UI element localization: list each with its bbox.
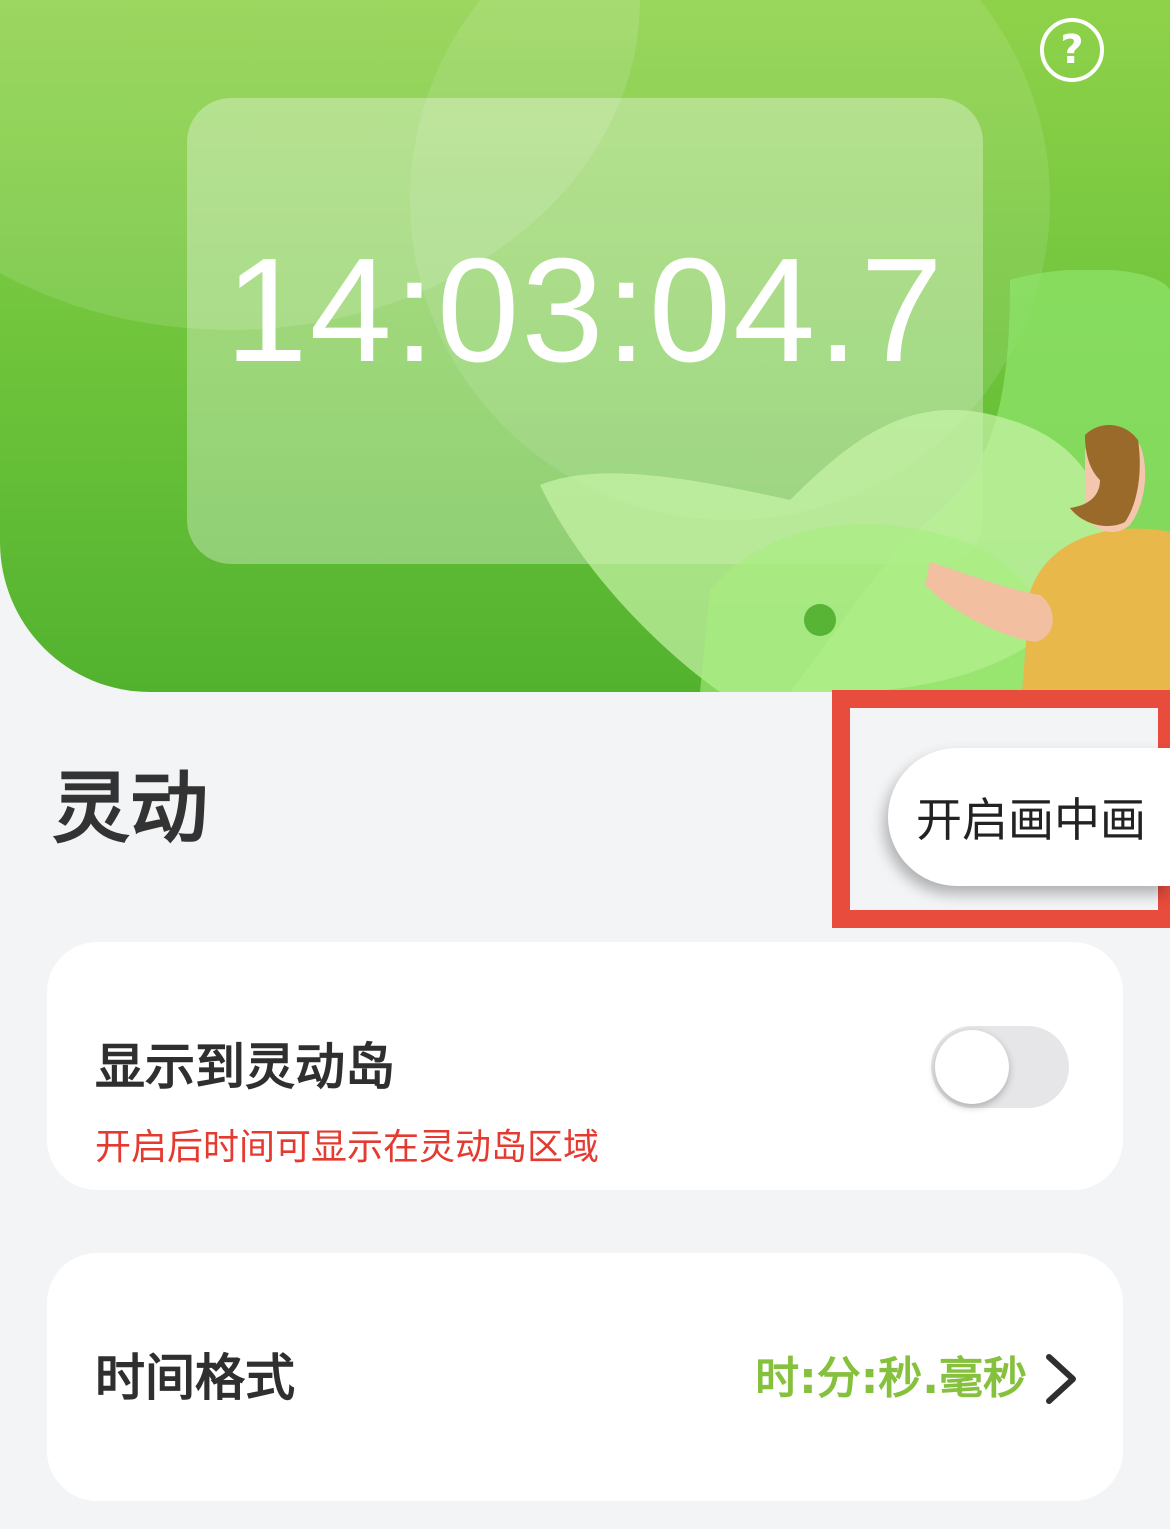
help-icon[interactable]: ?	[1040, 18, 1104, 82]
dynamic-island-toggle[interactable]	[931, 1026, 1069, 1108]
dynamic-island-title: 显示到灵动岛	[95, 1038, 395, 1096]
header-banner: 14:03:04.7 ?	[0, 0, 1170, 692]
chevron-right-icon[interactable]	[1037, 1351, 1085, 1407]
dynamic-island-card: 显示到灵动岛 开启后时间可显示在灵动岛区域	[47, 942, 1123, 1190]
toggle-knob	[935, 1030, 1009, 1104]
picture-in-picture-button[interactable]: 开启画中画	[888, 748, 1170, 886]
time-format-row[interactable]: 时间格式 时:分:秒.毫秒	[47, 1253, 1123, 1501]
pip-button-label: 开启画中画	[916, 793, 1146, 847]
dynamic-island-description: 开启后时间可显示在灵动岛区域	[95, 1127, 600, 1168]
time-format-value[interactable]: 时:分:秒.毫秒	[755, 1357, 1027, 1401]
time-format-title: 时间格式	[95, 1349, 295, 1407]
person-illustration	[540, 270, 1170, 692]
section-title: 灵动	[52, 764, 209, 854]
